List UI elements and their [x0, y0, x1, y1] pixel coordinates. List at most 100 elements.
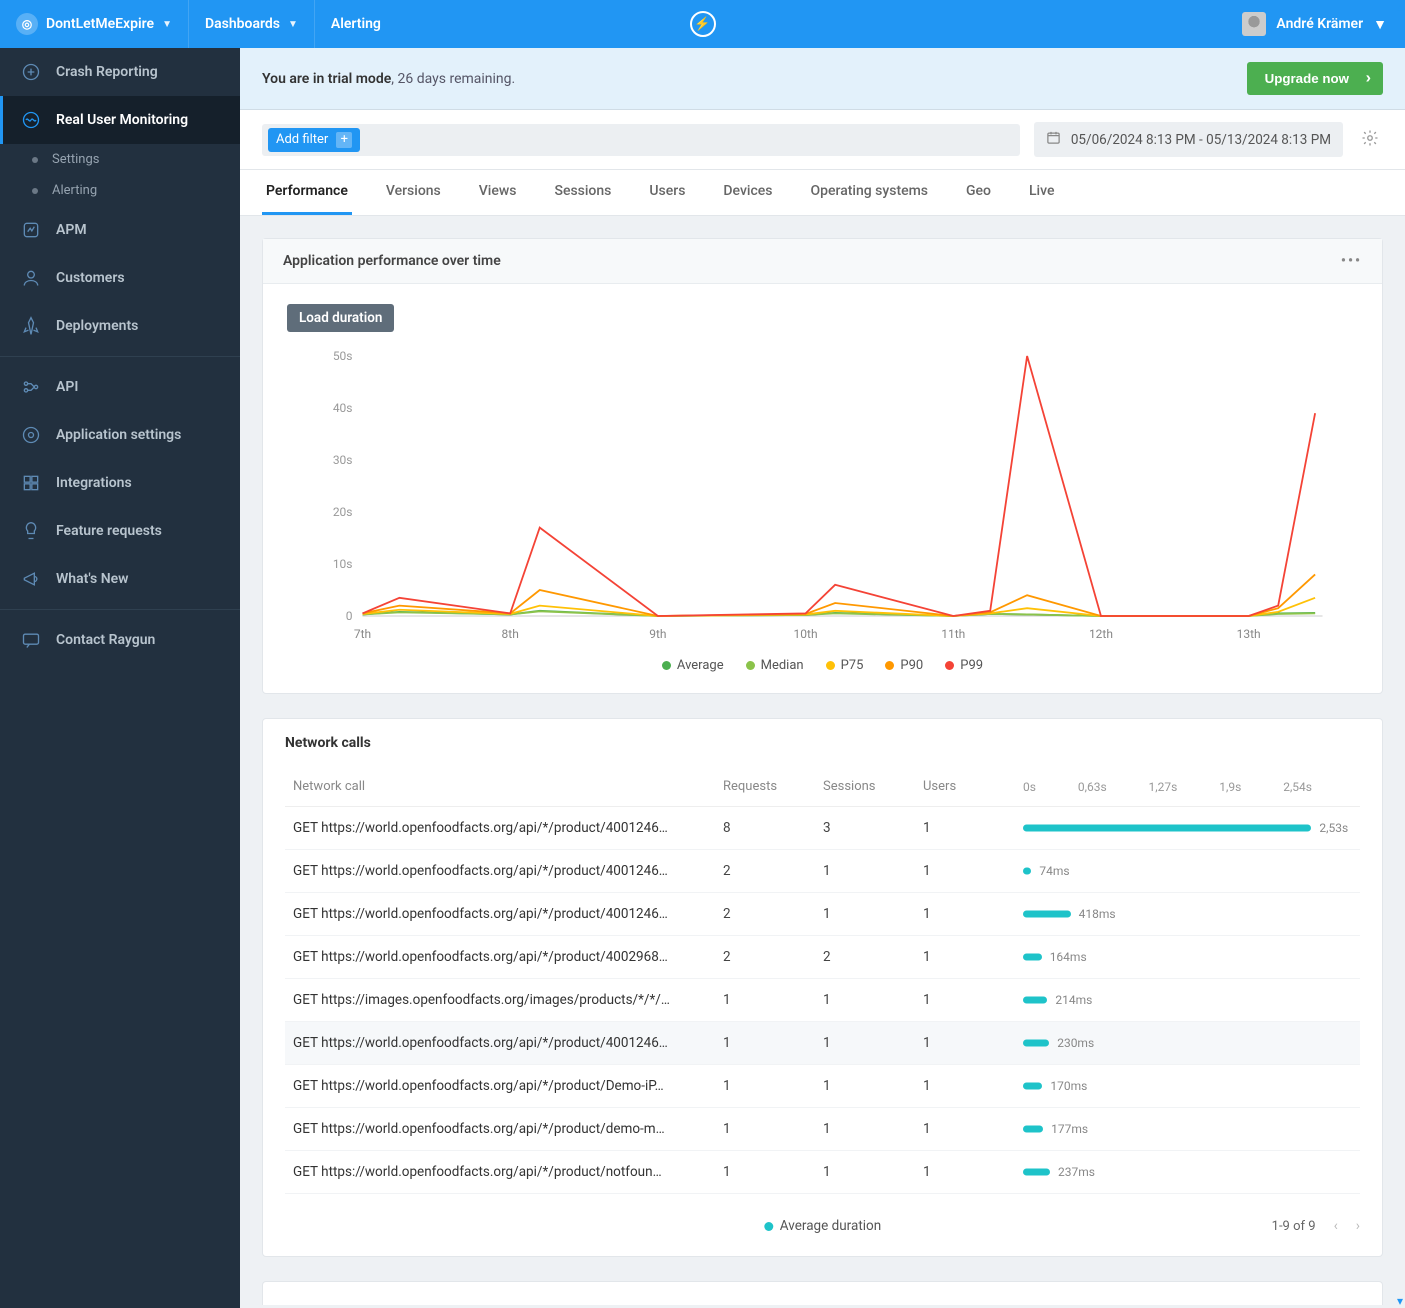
menu-alerting[interactable]: Alerting: [315, 0, 397, 48]
tab-performance[interactable]: Performance: [262, 170, 352, 215]
filter-bar[interactable]: Add filter +: [262, 124, 1020, 156]
tab-devices[interactable]: Devices: [719, 170, 776, 215]
legend-p90: P90: [885, 658, 923, 673]
features-icon: [20, 520, 42, 542]
app-logo-icon: ◎: [16, 13, 38, 35]
svg-text:12th: 12th: [1089, 627, 1113, 641]
sidebar-item-integrations[interactable]: Integrations: [0, 459, 240, 507]
scrollbar[interactable]: [1388, 0, 1405, 1308]
network-panel: Network calls Network call Requests Sess…: [262, 718, 1383, 1257]
api-icon: [20, 376, 42, 398]
upgrade-button[interactable]: Upgrade now: [1247, 62, 1383, 95]
network-title: Network calls: [263, 719, 1382, 767]
tab-sessions[interactable]: Sessions: [550, 170, 615, 215]
sidebar-item-appsettings[interactable]: Application settings: [0, 411, 240, 459]
tab-operating-systems[interactable]: Operating systems: [806, 170, 932, 215]
sidebar-item-apm[interactable]: APM: [0, 206, 240, 254]
svg-text:20s: 20s: [333, 505, 353, 519]
load-duration-chart: 010s20s30s40s50s7th8th9th10th11th12th13t…: [287, 346, 1358, 646]
whatsnew-icon: [20, 568, 42, 590]
legend-p75: P75: [826, 658, 864, 673]
plus-icon: +: [336, 132, 352, 148]
network-row[interactable]: GET https://images.openfoodfacts.org/ima…: [285, 979, 1360, 1022]
menu-dashboards[interactable]: Dashboards ▼: [189, 0, 315, 48]
deployments-icon: [20, 315, 42, 337]
gear-icon[interactable]: [1357, 125, 1383, 155]
network-row[interactable]: GET https://world.openfoodfacts.org/api/…: [285, 1151, 1360, 1194]
sidebar-item-customers[interactable]: Customers: [0, 254, 240, 302]
more-icon[interactable]: •••: [1341, 253, 1362, 269]
pager: 1-9 of 9 ‹ ›: [1272, 1218, 1360, 1234]
date-range-picker[interactable]: 05/06/2024 8:13 PM - 05/13/2024 8:13 PM: [1034, 122, 1343, 157]
chart-panel-title: Application performance over time: [283, 253, 501, 269]
apm-icon: [20, 219, 42, 241]
chart-panel: Application performance over time ••• Lo…: [262, 238, 1383, 694]
sidebar-item-rum[interactable]: Real User Monitoring: [0, 96, 240, 144]
tab-views[interactable]: Views: [475, 170, 521, 215]
sidebar-sub-settings[interactable]: Settings: [0, 144, 240, 175]
svg-text:50s: 50s: [333, 349, 353, 363]
next-panel-peek: [262, 1281, 1383, 1305]
rum-icon: [20, 109, 42, 131]
network-row[interactable]: GET https://world.openfoodfacts.org/api/…: [285, 850, 1360, 893]
legend-p99: P99: [945, 658, 983, 673]
tab-versions[interactable]: Versions: [382, 170, 445, 215]
network-row[interactable]: GET https://world.openfoodfacts.org/api/…: [285, 807, 1360, 850]
svg-text:10s: 10s: [333, 557, 353, 571]
chevron-down-icon: ▼: [1373, 16, 1387, 33]
network-columns: Network call Requests Sessions Users 0s0…: [285, 767, 1360, 807]
calendar-icon: [1046, 130, 1061, 149]
add-filter-chip[interactable]: Add filter +: [268, 128, 360, 152]
svg-text:40s: 40s: [333, 401, 353, 415]
user-menu[interactable]: André Krämer ▼: [1242, 12, 1405, 36]
date-range-text: 05/06/2024 8:13 PM - 05/13/2024 8:13 PM: [1071, 132, 1331, 148]
network-row[interactable]: GET https://world.openfoodfacts.org/api/…: [285, 1108, 1360, 1151]
chevron-down-icon: ▼: [288, 19, 298, 30]
network-row[interactable]: GET https://world.openfoodfacts.org/api/…: [285, 1022, 1360, 1065]
avatar: [1242, 12, 1266, 36]
pager-next[interactable]: ›: [1356, 1218, 1360, 1234]
svg-text:10th: 10th: [794, 627, 818, 641]
trial-banner: You are in trial mode, 26 days remaining…: [240, 48, 1405, 110]
crash-icon: [20, 61, 42, 83]
app-switcher[interactable]: ◎ DontLetMeExpire ▼: [0, 0, 189, 48]
bolt-icon[interactable]: ⚡: [690, 11, 716, 37]
sidebar-sub-alerting[interactable]: Alerting: [0, 175, 240, 206]
integrations-icon: [20, 472, 42, 494]
network-row[interactable]: GET https://world.openfoodfacts.org/api/…: [285, 893, 1360, 936]
top-header: ◎ DontLetMeExpire ▼ Dashboards ▼ Alertin…: [0, 0, 1405, 48]
sidebar-item-features[interactable]: Feature requests: [0, 507, 240, 555]
legend-median: Median: [746, 658, 804, 673]
chevron-down-icon: ▼: [162, 19, 172, 30]
svg-text:7th: 7th: [354, 627, 371, 641]
network-legend: Average duration: [764, 1218, 881, 1234]
sidebar-item-contact[interactable]: Contact Raygun: [0, 616, 240, 664]
contact-icon: [20, 629, 42, 651]
pager-prev[interactable]: ‹: [1334, 1218, 1338, 1234]
trial-rest: , 26 days remaining.: [391, 71, 515, 87]
sub-tabs: Performance Versions Views Sessions Users Dev…: [240, 170, 1405, 216]
network-row[interactable]: GET https://world.openfoodfacts.org/api/…: [285, 1065, 1360, 1108]
tab-live[interactable]: Live: [1025, 170, 1058, 215]
sidebar-item-crash[interactable]: Crash Reporting: [0, 48, 240, 96]
svg-text:30s: 30s: [333, 453, 353, 467]
tab-users[interactable]: Users: [645, 170, 689, 215]
svg-text:8th: 8th: [502, 627, 519, 641]
customers-icon: [20, 267, 42, 289]
chart-badge: Load duration: [287, 304, 394, 332]
svg-text:0: 0: [346, 609, 353, 623]
network-row[interactable]: GET https://world.openfoodfacts.org/api/…: [285, 936, 1360, 979]
pager-text: 1-9 of 9: [1272, 1219, 1316, 1234]
svg-text:11th: 11th: [941, 627, 965, 641]
svg-text:13th: 13th: [1237, 627, 1261, 641]
tab-geo[interactable]: Geo: [962, 170, 995, 215]
trial-bold: You are in trial mode: [262, 71, 391, 87]
filter-row: Add filter + 05/06/2024 8:13 PM - 05/13/…: [240, 110, 1405, 170]
sidebar: Crash ReportingReal User MonitoringSetti…: [0, 48, 240, 1308]
main-content: You are in trial mode, 26 days remaining…: [240, 48, 1405, 1308]
appsettings-icon: [20, 424, 42, 446]
sidebar-item-deployments[interactable]: Deployments: [0, 302, 240, 350]
legend-average: Average: [662, 658, 724, 673]
sidebar-item-api[interactable]: API: [0, 363, 240, 411]
sidebar-item-whatsnew[interactable]: What's New: [0, 555, 240, 603]
